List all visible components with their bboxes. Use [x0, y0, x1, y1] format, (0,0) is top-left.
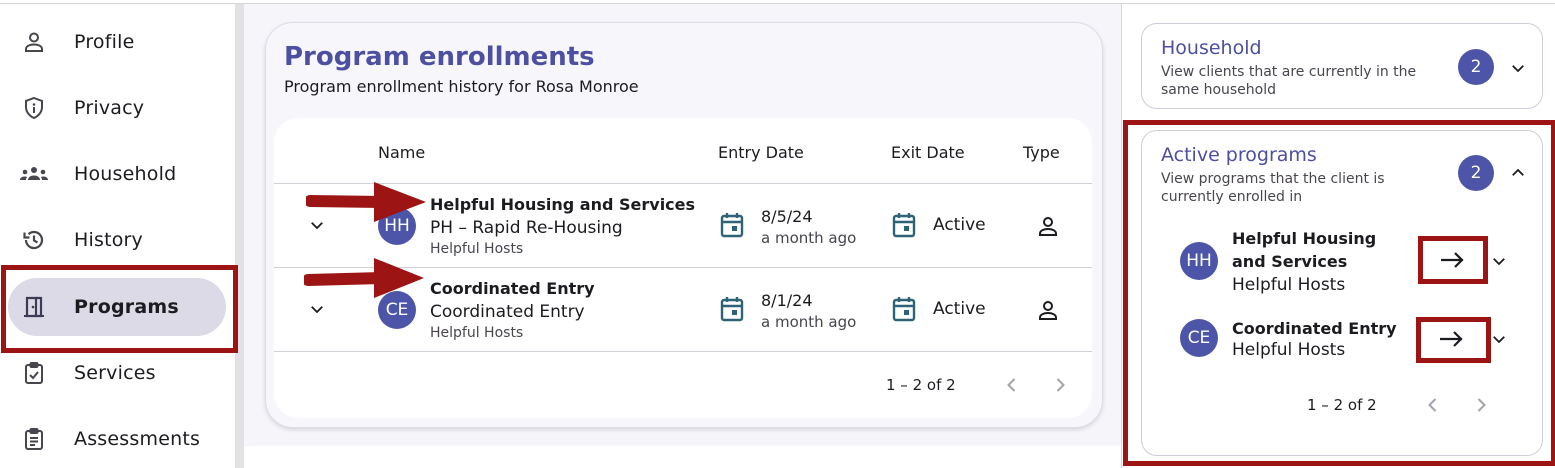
arrow-right-icon [1440, 331, 1463, 347]
sidebar-item-history[interactable]: History [8, 211, 226, 269]
door-icon [24, 296, 44, 318]
annotation-arrow [306, 182, 426, 222]
column-header-type[interactable]: Type [1023, 143, 1060, 162]
column-header-exit-date[interactable]: Exit Date [891, 143, 965, 162]
clipboard-icon [25, 428, 43, 450]
sidebar-item-services[interactable]: Services [8, 344, 226, 402]
sidebar-item-programs[interactable]: Programs [8, 278, 226, 336]
open-program-button[interactable] [1423, 240, 1483, 280]
program-type: Coordinated Entry [430, 302, 585, 322]
entry-date-relative: a month ago [761, 229, 857, 247]
app-root: Profile Privacy Household History Progra… [0, 0, 1555, 468]
clipboard-check-icon [25, 362, 43, 384]
household-title: Household [1161, 37, 1262, 59]
active-program-org: Helpful Hosts [1232, 340, 1346, 360]
avatar: HH [1180, 242, 1218, 280]
active-programs-description: View programs that the client is current… [1161, 171, 1385, 205]
entry-date: 8/1/24 [761, 291, 813, 310]
calendar-icon [720, 213, 744, 238]
table-divider [274, 351, 1092, 352]
annotation-arrow [304, 258, 424, 298]
person-icon [1039, 217, 1057, 236]
chevron-right-icon[interactable] [1052, 377, 1068, 393]
program-type: PH – Rapid Re-Housing [430, 218, 623, 238]
sidebar-item-profile[interactable]: Profile [8, 13, 226, 71]
chevron-down-icon[interactable] [1490, 252, 1508, 270]
program-name: Helpful Housing and Services [430, 195, 696, 214]
calendar-icon [892, 213, 916, 238]
active-program-name: Coordinated Entry [1232, 319, 1397, 338]
exit-status: Active [933, 299, 986, 319]
person-icon [25, 32, 43, 52]
active-program-org: Helpful Hosts [1232, 275, 1346, 295]
chevron-down-icon[interactable] [1490, 330, 1508, 348]
sidebar-item-label: Privacy [74, 97, 145, 119]
person-icon [1039, 301, 1057, 320]
column-header-entry-date[interactable]: Entry Date [718, 143, 804, 162]
sidebar-item-household[interactable]: Household [8, 145, 226, 203]
history-icon [23, 230, 44, 250]
page-title: Program enrollments [284, 42, 595, 72]
sidebar-nav: Profile Privacy Household History Progra… [0, 4, 235, 468]
active-programs-title[interactable]: Active programs [1161, 144, 1317, 166]
calendar-icon [720, 297, 744, 322]
sidebar-item-label: Profile [74, 31, 135, 53]
arrow-right-icon [1441, 252, 1464, 268]
avatar: CE [1180, 319, 1218, 357]
sidebar-item-label: Household [74, 163, 177, 185]
chevron-left-icon[interactable] [1004, 377, 1020, 393]
panel-divider [1121, 4, 1122, 468]
chevron-down-icon[interactable] [308, 300, 326, 318]
sidebar-item-label: Assessments [74, 428, 201, 450]
exit-status: Active [933, 215, 986, 235]
page-subtitle: Program enrollment history for Rosa Monr… [284, 77, 639, 96]
household-description: View clients that are currently in the s… [1161, 64, 1417, 98]
sidebar-item-label: Programs [74, 296, 179, 318]
sidebar-item-label: History [74, 229, 143, 251]
calendar-icon [892, 297, 916, 322]
program-org: Helpful Hosts [430, 325, 524, 341]
household-count-badge: 2 [1458, 49, 1494, 85]
chevron-right-icon[interactable] [1473, 397, 1489, 413]
sidebar-item-label: Services [74, 362, 156, 384]
pagination-label: 1 – 2 of 2 [886, 376, 956, 394]
pagination-label: 1 – 2 of 2 [1307, 396, 1377, 414]
group-icon [20, 167, 48, 180]
shield-icon [25, 96, 43, 120]
program-org: Helpful Hosts [430, 241, 524, 257]
chevron-down-icon[interactable] [1509, 59, 1527, 77]
program-name: Coordinated Entry [430, 279, 595, 298]
sidebar-scrollbar[interactable] [235, 4, 244, 468]
entry-date-relative: a month ago [761, 313, 857, 331]
column-header-name[interactable]: Name [378, 143, 425, 162]
chevron-up-icon[interactable] [1509, 164, 1527, 182]
chevron-left-icon[interactable] [1425, 397, 1441, 413]
active-programs-count-badge: 2 [1458, 155, 1494, 191]
open-program-button[interactable] [1422, 319, 1482, 359]
sidebar-item-privacy[interactable]: Privacy [8, 79, 226, 137]
sidebar-item-assessments[interactable]: Assessments [8, 410, 226, 468]
active-program-name: Helpful Housing and Services [1232, 229, 1377, 271]
entry-date: 8/5/24 [761, 207, 813, 226]
